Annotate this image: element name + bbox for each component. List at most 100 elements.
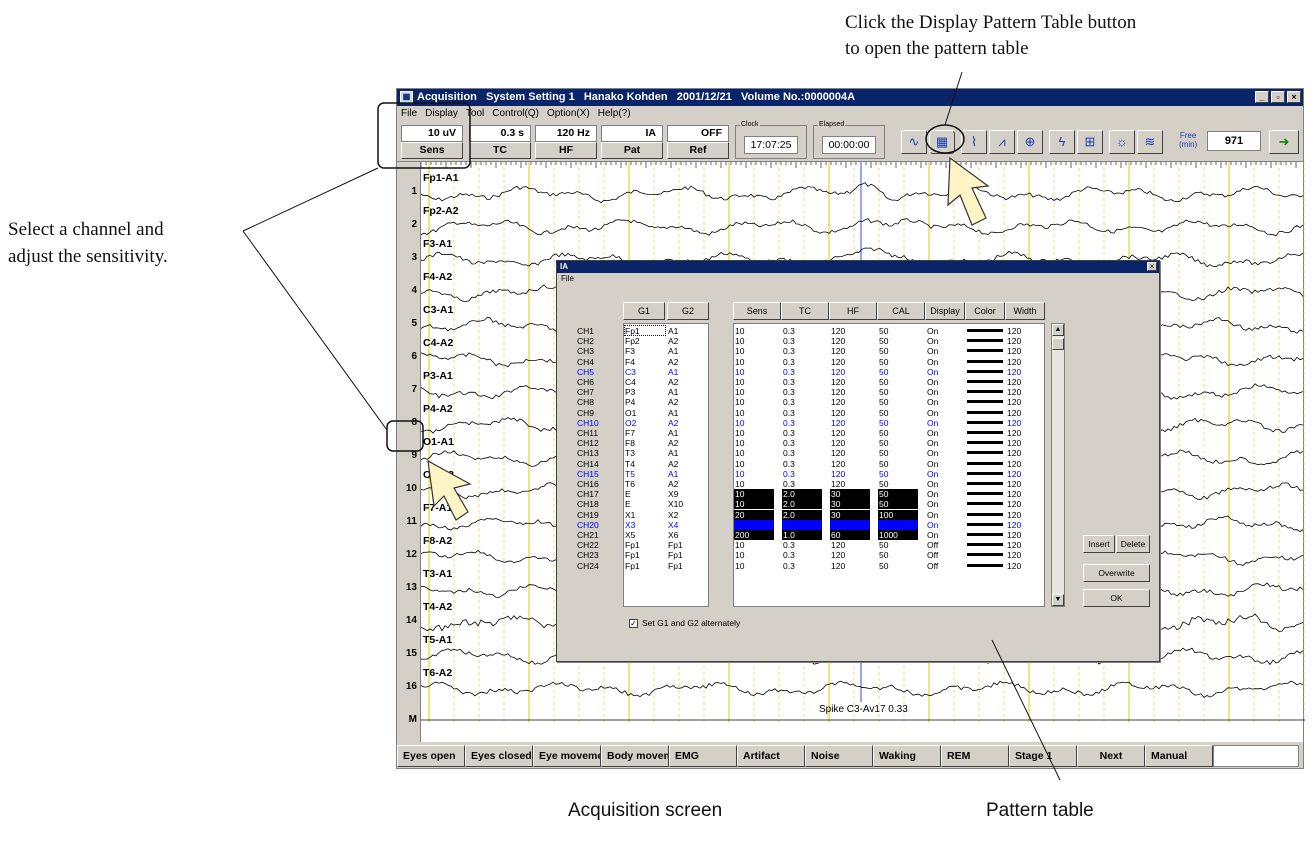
pattern-cell-tc[interactable]: 0.3 (783, 397, 795, 407)
map-icon[interactable]: ⊕ (1017, 130, 1043, 154)
pattern-cell-tc[interactable]: 0.3 (783, 387, 795, 397)
pattern-cell-cal[interactable]: 50 (879, 540, 888, 550)
alternate-checkbox[interactable]: ✓ Set G1 and G2 alternately (629, 618, 740, 628)
event-eyes-closed[interactable]: Eyes closed (465, 745, 533, 767)
tc-value[interactable]: 0.3 s (469, 125, 531, 142)
channel-label[interactable]: P3-A1 (423, 370, 453, 382)
color-swatch[interactable] (967, 482, 1003, 485)
pattern-cell-cal[interactable]: 100 (879, 520, 893, 530)
pattern-cell-g2[interactable]: X9 (668, 489, 678, 499)
pattern-cell-g2[interactable]: A2 (668, 336, 678, 346)
pattern-cell-g1[interactable]: F7 (625, 428, 635, 438)
pattern-cell-disp[interactable]: On (927, 479, 938, 489)
pattern-cell-width[interactable]: 120 (1007, 561, 1021, 571)
pattern-cell-g2[interactable]: A2 (668, 357, 678, 367)
pattern-cell-hf[interactable]: 60 (831, 530, 840, 540)
pattern-cell-disp[interactable]: On (927, 397, 938, 407)
pattern-cell-disp[interactable]: On (927, 499, 938, 509)
pattern-cell-g2[interactable]: A1 (668, 408, 678, 418)
ref-button[interactable]: Ref (667, 142, 729, 159)
pattern-cell-hf[interactable]: 120 (831, 326, 845, 336)
pattern-cell-g1[interactable]: F4 (625, 357, 635, 367)
insert-button[interactable]: Insert (1083, 535, 1115, 553)
color-swatch[interactable] (967, 492, 1003, 496)
pattern-cell-disp[interactable]: Off (927, 561, 938, 571)
pattern-cell-g1[interactable]: C3 (625, 367, 636, 377)
pattern-cell-hf[interactable]: 30 (831, 499, 840, 509)
channel-number[interactable]: 4 (397, 285, 417, 296)
event-manual[interactable]: Manual (1145, 745, 1213, 767)
channel-number[interactable]: 10 (397, 483, 417, 494)
vertical-scrollbar[interactable]: ▲ ▼ (1051, 323, 1065, 607)
tc-button[interactable]: TC (469, 142, 531, 159)
menu-help[interactable]: Help(?) (598, 106, 631, 122)
pattern-cell-tc[interactable]: 2.0 (783, 499, 795, 509)
pattern-cell-g2[interactable]: X2 (668, 510, 678, 520)
pattern-cell-tc[interactable]: 0.3 (783, 448, 795, 458)
pattern-cell-cal[interactable]: 50 (879, 499, 888, 509)
pattern-cell-g1[interactable]: E (625, 489, 631, 499)
close-button[interactable]: × (1287, 91, 1301, 103)
pattern-cell-sens[interactable]: 10 (735, 469, 744, 479)
pattern-cell-sens[interactable]: 20 (735, 520, 744, 530)
pattern-cell-g2[interactable]: A1 (668, 448, 678, 458)
pattern-cell-cal[interactable]: 50 (879, 408, 888, 418)
pattern-cell-cal[interactable]: 50 (879, 387, 888, 397)
channel-number[interactable]: 5 (397, 318, 417, 329)
pattern-cell-disp[interactable]: On (927, 408, 938, 418)
montage-icon[interactable]: ∿ (901, 130, 927, 154)
pattern-cell-hf[interactable]: 120 (831, 408, 845, 418)
event-input[interactable] (1213, 745, 1299, 767)
color-swatch[interactable] (967, 471, 1003, 475)
pattern-cell-hf[interactable]: 120 (831, 479, 845, 489)
color-swatch[interactable] (967, 329, 1003, 332)
pattern-cell-g2[interactable]: A1 (668, 326, 678, 336)
ref-value[interactable]: OFF (667, 125, 729, 142)
hf-value[interactable]: 120 Hz (535, 125, 597, 142)
channel-label[interactable]: Fp1-A1 (423, 172, 459, 184)
sens-value[interactable]: 10 uV (401, 125, 463, 142)
pattern-cell-tc[interactable]: 0.3 (783, 550, 795, 560)
channel-number[interactable]: 9 (397, 450, 417, 461)
pattern-cell-hf[interactable]: 120 (831, 469, 845, 479)
pattern-cell-sens[interactable]: 10 (735, 408, 744, 418)
pattern-cell-hf[interactable]: 120 (831, 357, 845, 367)
event-body-movement[interactable]: Body movem (601, 745, 669, 767)
color-swatch[interactable] (967, 339, 1003, 343)
pattern-cell-g1[interactable]: X5 (625, 530, 635, 540)
pattern-cell-width[interactable]: 120 (1007, 357, 1021, 367)
channel-number[interactable]: 2 (397, 219, 417, 230)
pattern-cell-g1[interactable]: O1 (625, 408, 636, 418)
pattern-cell-sens[interactable]: 10 (735, 448, 744, 458)
pattern-cell-width[interactable]: 120 (1007, 326, 1021, 336)
channel-label[interactable]: T3-A1 (423, 568, 452, 580)
pattern-table-icon[interactable]: ▦ (929, 130, 955, 154)
pattern-cell-tc[interactable]: 0.3 (783, 428, 795, 438)
pattern-cell-g1[interactable]: C4 (625, 377, 636, 387)
pattern-cell-g2[interactable]: A1 (668, 387, 678, 397)
menu-file[interactable]: File (401, 106, 417, 122)
menu-tool[interactable]: Tool (466, 106, 484, 122)
dialog-menu-file[interactable]: File (561, 274, 574, 283)
pattern-cell-hf[interactable]: 120 (831, 459, 845, 469)
waveform-icon[interactable]: ⌇ (961, 130, 987, 154)
color-swatch[interactable] (967, 369, 1003, 373)
channel-number[interactable]: M (397, 714, 417, 725)
pattern-cell-g1[interactable]: E (625, 499, 631, 509)
event-next[interactable]: Next (1077, 745, 1145, 767)
header-color[interactable]: Color (965, 302, 1005, 320)
pattern-cell-g1[interactable]: Fp1 (625, 540, 640, 550)
pattern-cell-tc[interactable]: 0.3 (783, 326, 795, 336)
pattern-cell-g1[interactable]: Fp2 (625, 336, 640, 346)
pattern-cell-tc[interactable]: 2.0 (783, 489, 795, 499)
channel-number[interactable]: 7 (397, 384, 417, 395)
channel-number[interactable]: 1 (397, 186, 417, 197)
color-swatch[interactable] (967, 451, 1003, 455)
pattern-cell-cal[interactable]: 50 (879, 346, 888, 356)
pattern-cell-hf[interactable]: 120 (831, 377, 845, 387)
pattern-cell-width[interactable]: 120 (1007, 367, 1021, 377)
pattern-cell-tc[interactable]: 0.3 (783, 540, 795, 550)
channel-label[interactable]: O1-A1 (423, 436, 454, 448)
pattern-cell-cal[interactable]: 50 (879, 418, 888, 428)
pattern-cell-tc[interactable]: 0.3 (783, 377, 795, 387)
